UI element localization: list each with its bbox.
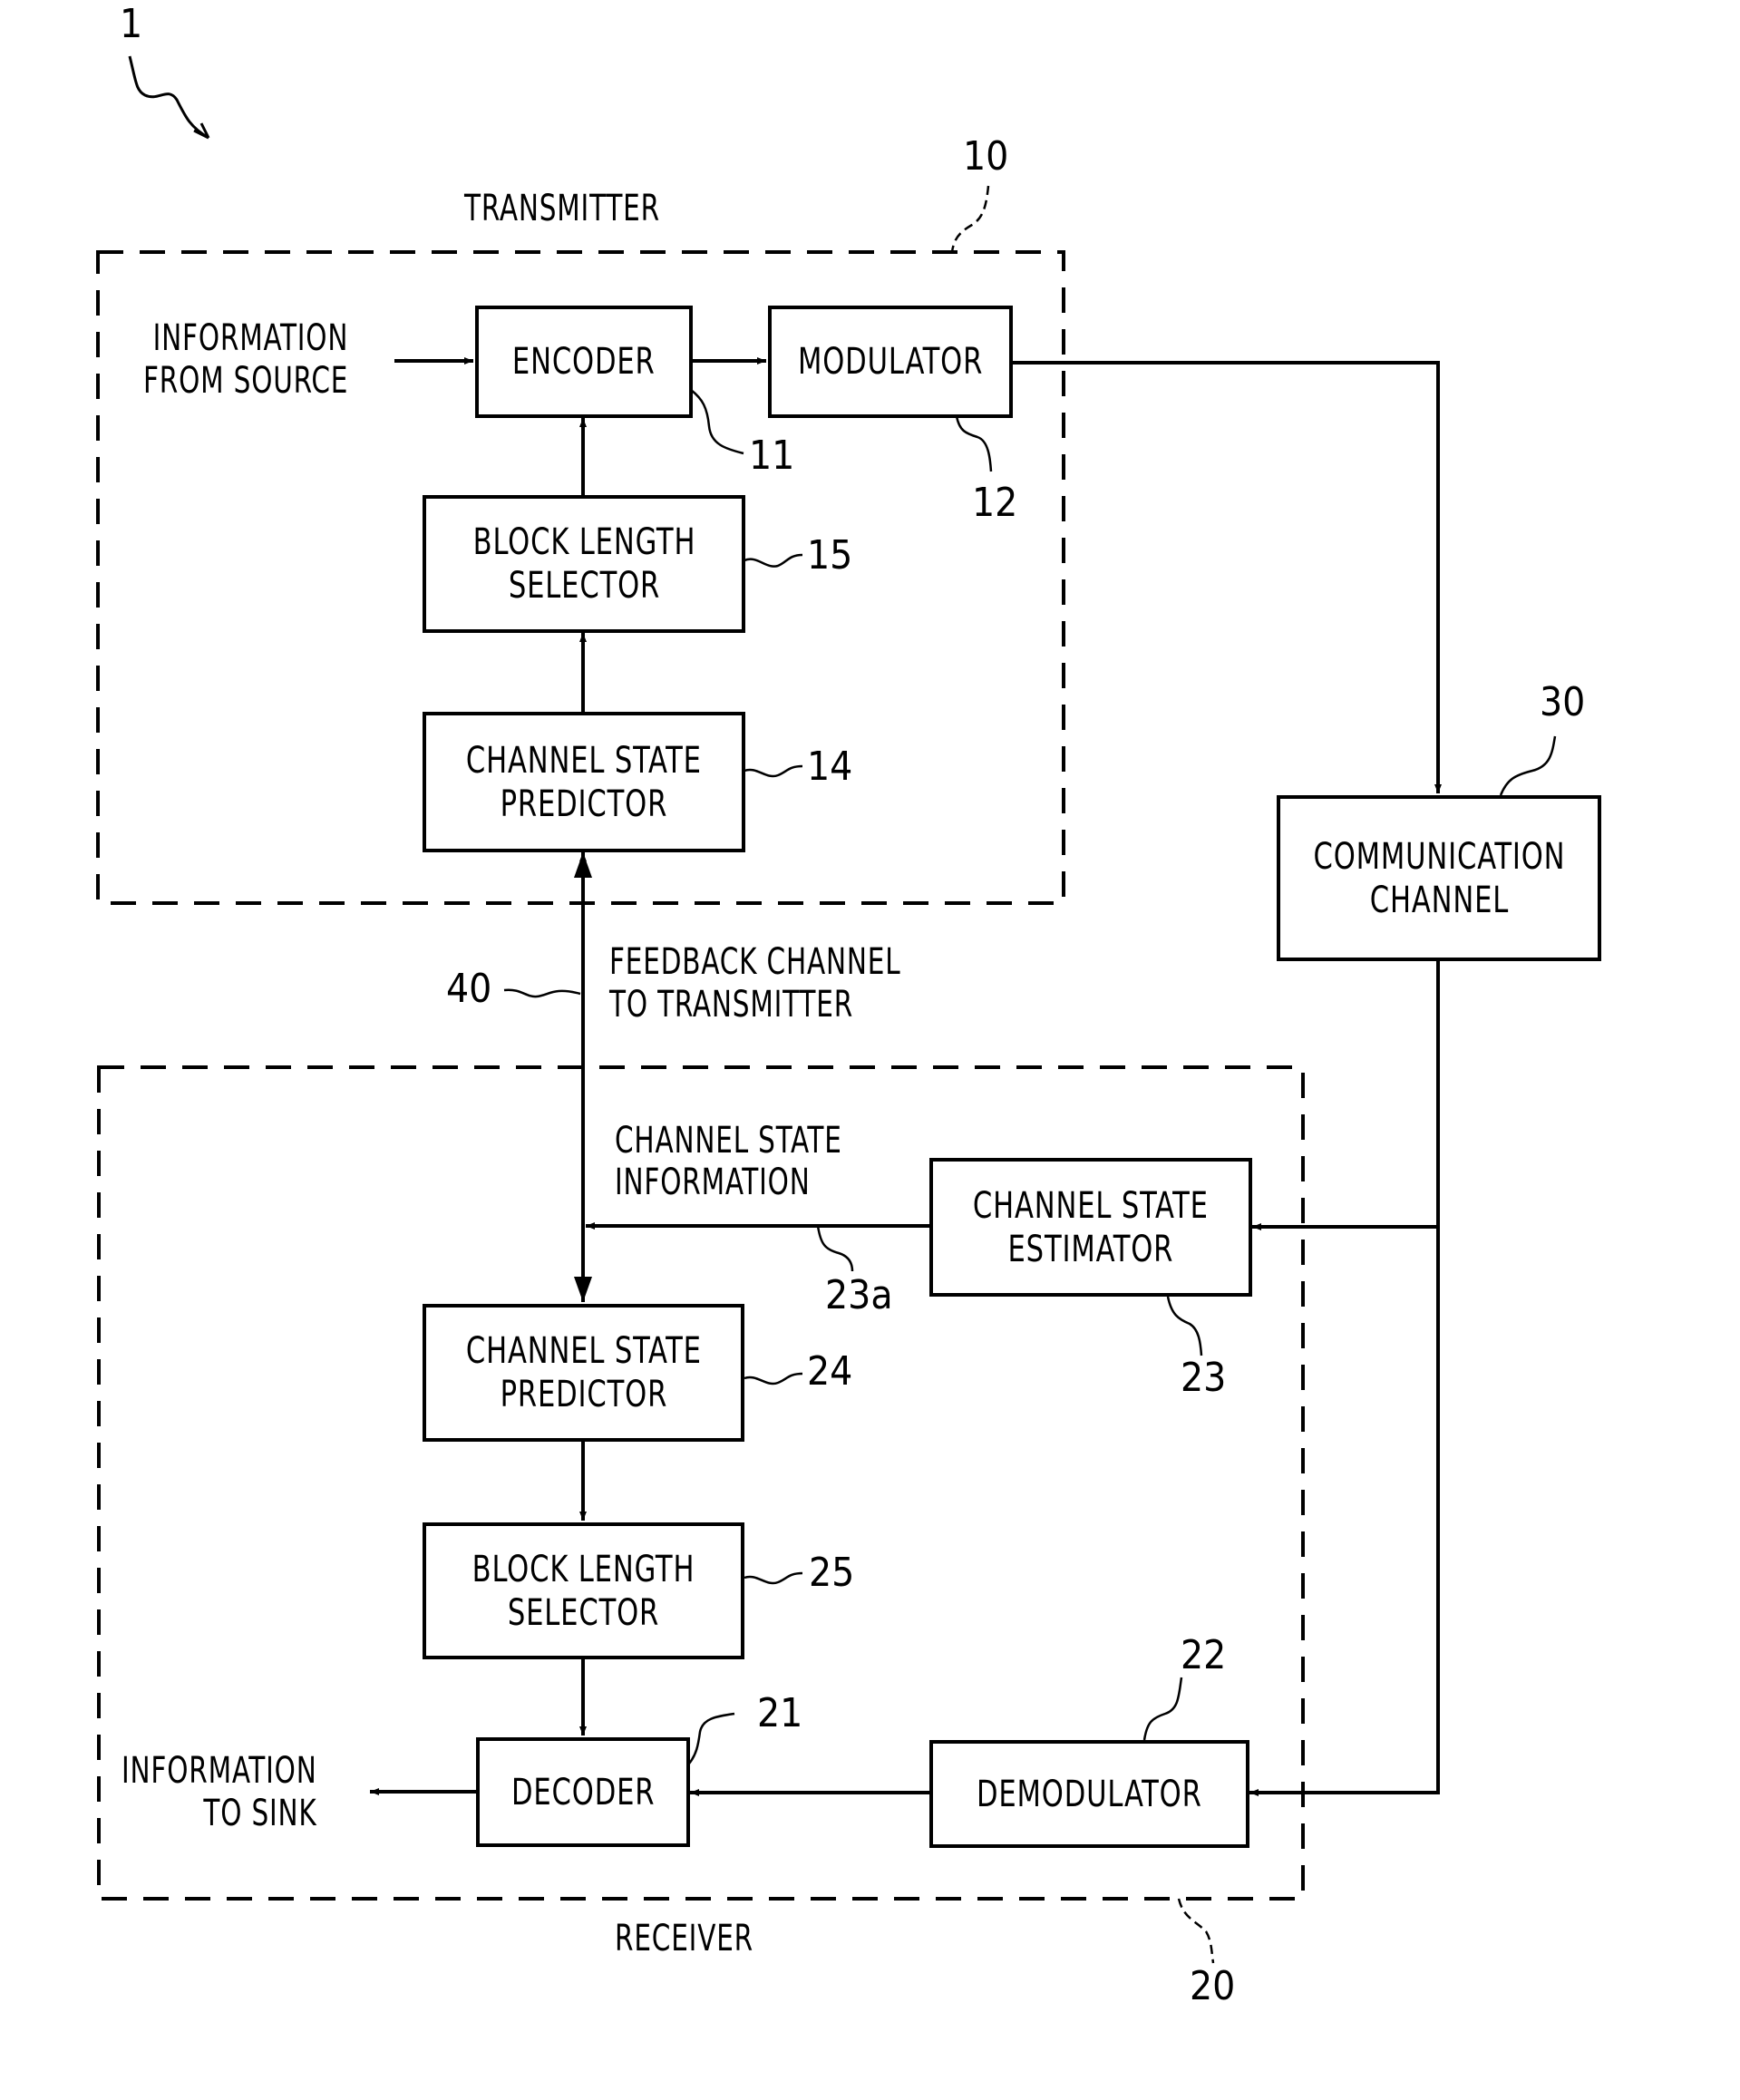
ref14-leader [744,764,803,778]
system-ref-leader [128,55,209,140]
channel-state-estimator-label: CHANNEL STATE ESTIMATOR [973,1184,1209,1270]
communication-channel-ref-number: 30 [1540,679,1586,725]
modulator-block[interactable]: MODULATOR [768,306,1013,418]
feedback-up-arrowhead [574,852,592,878]
encoder-label: ENCODER [512,341,656,383]
ref11-leader [690,389,744,455]
ref25-leader [744,1571,803,1585]
ref21-leader [688,1712,735,1765]
demodulator-label: DEMODULATOR [977,1773,1202,1815]
modulator-label: MODULATOR [797,341,984,383]
receiver-ref-number: 20 [1190,1963,1236,2009]
channel-state-estimator-block[interactable]: CHANNEL STATE ESTIMATOR [929,1158,1252,1297]
communication-channel-label: COMMUNICATION CHANNEL [1313,835,1565,921]
encoder-ref-number: 11 [749,433,795,479]
ref12-leader [955,415,993,472]
feedback-ref-leader [503,988,581,998]
tx-block-length-selector-ref-number: 15 [807,532,853,578]
decoder-label: DECODER [510,1771,656,1813]
transmitter-title: TRANSMITTER [464,188,660,229]
encoder-block[interactable]: ENCODER [475,306,693,418]
demodulator-block[interactable]: DEMODULATOR [929,1740,1249,1848]
csi-ref-leader [816,1225,854,1272]
communication-channel-block[interactable]: COMMUNICATION CHANNEL [1277,795,1601,961]
ref23-leader [1166,1296,1203,1356]
receiver-title: RECEIVER [615,1918,753,1959]
rx-channel-state-predictor-label: CHANNEL STATE PREDICTOR [465,1330,702,1415]
channel-to-estimator-line [1252,961,1440,1230]
feedback-channel-ref-number: 40 [446,966,492,1012]
tx-channel-state-predictor-label: CHANNEL STATE PREDICTOR [466,739,702,825]
system-ref-number: 1 [120,1,143,47]
feedback-down-arrowhead [574,1277,592,1302]
tx-channel-state-predictor-ref-number: 14 [807,744,853,790]
transmitter-ref-number: 10 [963,133,1009,180]
rx-block-length-selector-ref-number: 25 [809,1550,855,1596]
tx-channel-state-predictor[interactable]: CHANNEL STATE PREDICTOR [423,712,745,852]
receiver-ref-leader [1177,1898,1215,1964]
decoder-ref-number: 21 [757,1690,803,1736]
system-ref-arrowhead [193,122,210,140]
rx-channel-state-predictor-ref-number: 24 [807,1348,853,1395]
tx-block-length-selector-label: BLOCK LENGTH SELECTOR [472,521,695,607]
ref24-leader [744,1372,803,1385]
tx-block-length-selector[interactable]: BLOCK LENGTH SELECTOR [423,495,745,633]
channel-state-information-ref-number: 23a [825,1272,893,1318]
information-from-source-label: INFORMATION FROM SOURCE [143,317,349,402]
ref15-leader [744,553,803,568]
channel-to-demodulator-line [1249,1227,1440,1796]
modulator-to-channel-line [1011,361,1442,793]
ref30-leader [1499,735,1557,796]
rx-block-length-selector-label: BLOCK LENGTH SELECTOR [471,1548,695,1634]
feedback-channel-label: FEEDBACK CHANNEL TO TRANSMITTER [609,941,901,1026]
modulator-ref-number: 12 [972,480,1018,526]
rx-channel-state-predictor[interactable]: CHANNEL STATE PREDICTOR [423,1304,744,1442]
transmitter-ref-leader [950,185,990,253]
information-to-sink-label: INFORMATION TO SINK [122,1750,317,1834]
ref22-leader [1142,1677,1183,1741]
rx-block-length-selector[interactable]: BLOCK LENGTH SELECTOR [423,1522,744,1659]
demodulator-ref-number: 22 [1181,1632,1227,1678]
channel-state-estimator-ref-number: 23 [1181,1355,1227,1401]
channel-state-information-label: CHANNEL STATE INFORMATION [615,1120,842,1203]
decoder-block[interactable]: DECODER [476,1737,690,1847]
